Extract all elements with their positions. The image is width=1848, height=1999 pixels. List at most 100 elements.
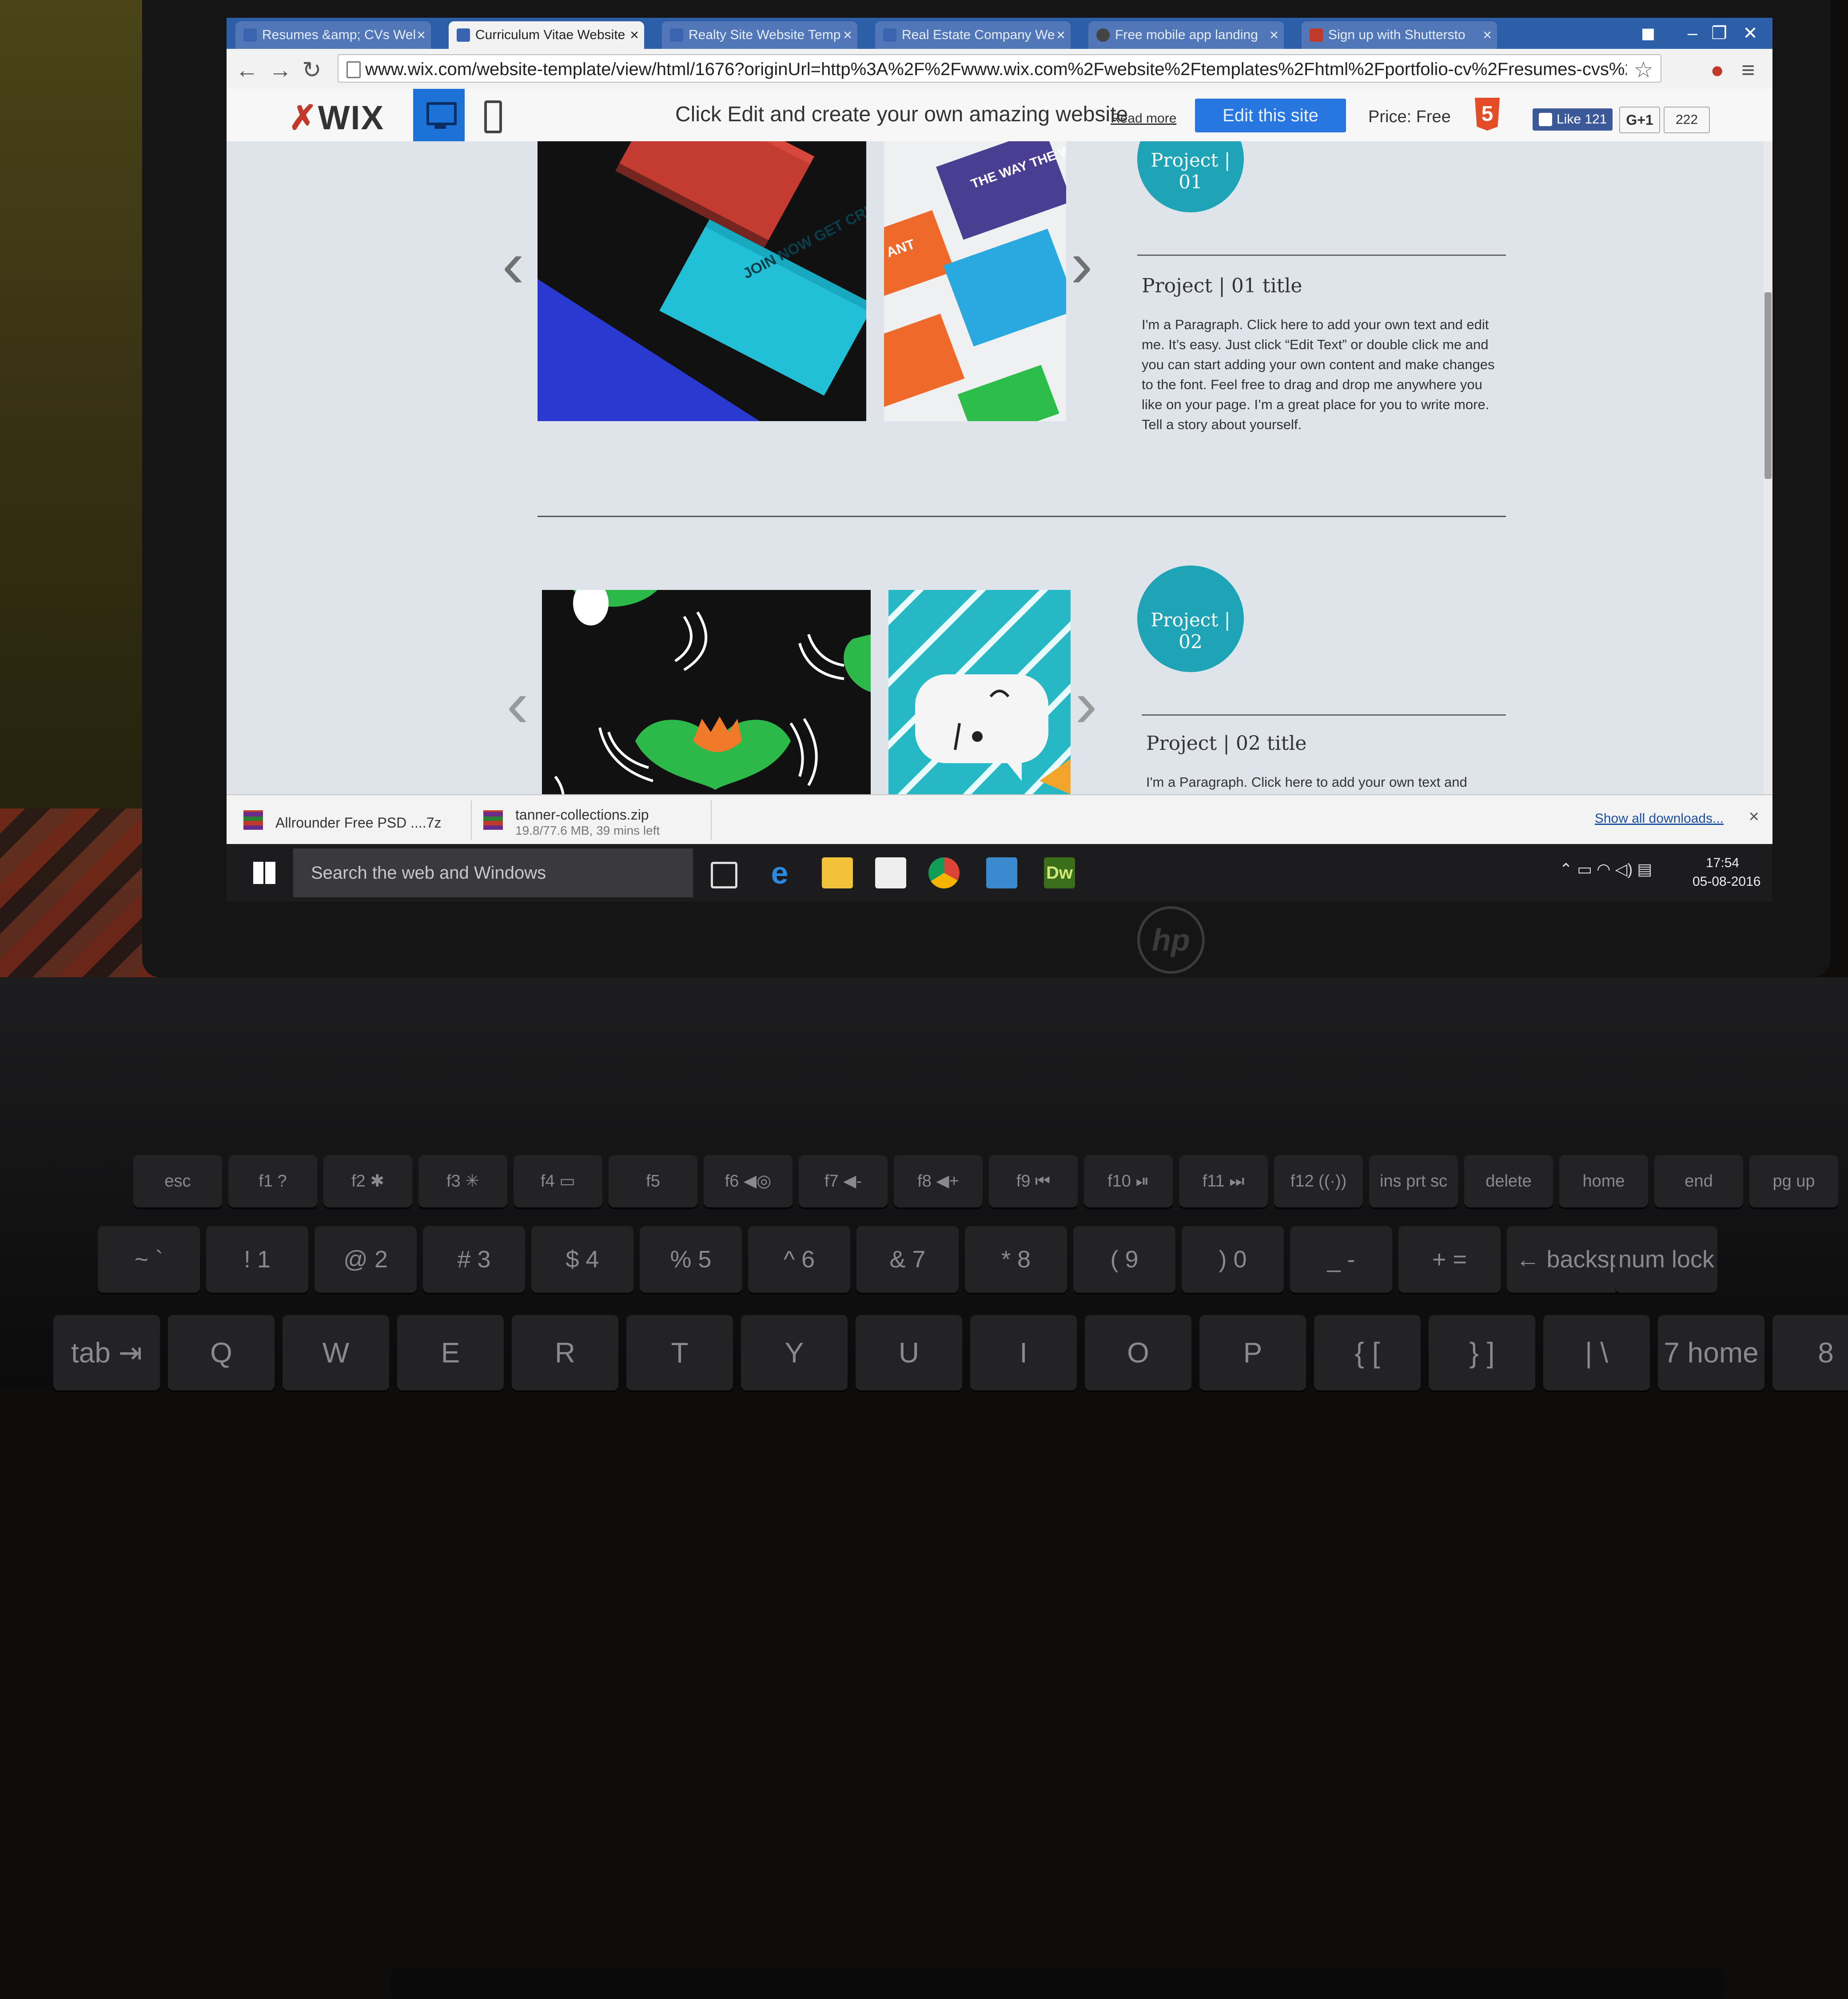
keyboard-key[interactable]: W (283, 1315, 389, 1390)
project-2-image-heart[interactable] (542, 590, 871, 794)
tab-curriculum-vitae[interactable]: Curriculum Vitae Website × (449, 21, 644, 49)
tab-resumes[interactable]: Resumes &amp; CVs Wel × (235, 21, 431, 49)
project-1-paragraph[interactable]: I'm a Paragraph. Click here to add your … (1142, 315, 1506, 434)
file-explorer-icon[interactable] (822, 857, 853, 888)
project-2-image-chat[interactable] (888, 590, 1071, 794)
keyboard-key[interactable]: ^ 6 (748, 1226, 850, 1293)
keyboard-key[interactable]: @ 2 (315, 1226, 417, 1293)
gallery-next-arrow-icon[interactable]: › (1075, 665, 1097, 742)
gallery-prev-arrow-icon[interactable]: ‹ (502, 226, 524, 303)
keyboard-key[interactable]: delete (1464, 1155, 1553, 1207)
keyboard-key[interactable]: E (397, 1315, 504, 1390)
keyboard-key[interactable]: end (1654, 1155, 1743, 1207)
download-item[interactable]: tanner-collections.zip 19.8/77.6 MB, 39 … (475, 800, 712, 840)
tab-real-estate[interactable]: Real Estate Company We × (875, 21, 1071, 49)
windows-start-icon[interactable] (253, 862, 275, 884)
desktop-view-button[interactable] (413, 89, 465, 141)
close-icon[interactable]: × (417, 21, 426, 49)
keyboard-key[interactable]: Y (741, 1315, 848, 1390)
project-1-image-books[interactable]: JOIN NOW GET CRED BE S (538, 141, 866, 421)
clock-date[interactable]: 05-08-2016 (1693, 874, 1760, 889)
keyboard-key[interactable]: f11 ⏭ (1179, 1155, 1268, 1207)
keyboard-key[interactable]: f2 ✱ (323, 1155, 412, 1207)
gallery-prev-arrow-icon[interactable]: ‹ (506, 665, 529, 742)
keyboard-key[interactable]: f12 ((·)) (1274, 1155, 1363, 1207)
keyboard-key[interactable]: f6 ◀◎ (704, 1155, 793, 1207)
project-1-image-cards[interactable]: THE WAY THE WE WAS ME TO BE ANT (884, 141, 1066, 421)
keyboard-key[interactable]: esc (133, 1155, 222, 1207)
keyboard-key[interactable]: | \ (1543, 1315, 1650, 1390)
keyboard-key[interactable]: f4 ▭ (514, 1155, 602, 1207)
keyboard-key[interactable]: pg up (1749, 1155, 1838, 1207)
keyboard-key[interactable]: 7 home (1658, 1315, 1764, 1390)
keyboard-key[interactable]: # 3 (423, 1226, 525, 1293)
keyboard-key[interactable]: f10 ⏯ (1084, 1155, 1173, 1207)
download-item[interactable]: Allrounder Free PSD ....7z (235, 800, 472, 840)
close-icon[interactable]: × (1270, 21, 1278, 49)
keyboard-key[interactable]: % 5 (640, 1226, 742, 1293)
google-plus-button[interactable]: G+1 (1619, 107, 1660, 133)
scrollbar-thumb[interactable] (1764, 292, 1772, 479)
keyboard-key[interactable]: R (512, 1315, 618, 1390)
keyboard-key[interactable]: f1 ? (228, 1155, 317, 1207)
keyboard-key[interactable]: ! 1 (206, 1226, 308, 1293)
keyboard-key[interactable]: & 7 (856, 1226, 959, 1293)
menu-icon[interactable]: ≡ (1741, 57, 1755, 84)
mobile-view-button[interactable] (466, 89, 518, 141)
page-scrollbar[interactable] (1764, 141, 1772, 794)
keyboard-key[interactable]: tab ⇥ (53, 1315, 160, 1390)
facebook-like-button[interactable]: Like 121 (1533, 108, 1613, 131)
keyboard-key[interactable]: { [ (1314, 1315, 1421, 1390)
dreamweaver-icon[interactable]: Dw (1044, 857, 1075, 888)
tab-mobile-app[interactable]: Free mobile app landing × (1088, 21, 1284, 49)
keyboard-key[interactable]: Q (168, 1315, 275, 1390)
keyboard-key[interactable]: $ 4 (531, 1226, 633, 1293)
edge-icon[interactable]: e (764, 857, 795, 888)
url-text[interactable]: www.wix.com/website-template/view/html/1… (365, 60, 1627, 80)
keyboard-key[interactable]: home (1559, 1155, 1648, 1207)
keyboard-key[interactable]: ~ ` (98, 1226, 200, 1293)
keyboard-key[interactable]: ( 9 (1073, 1226, 1175, 1293)
project-2-paragraph[interactable]: I'm a Paragraph. Click here to add your … (1146, 772, 1510, 792)
close-icon[interactable]: × (1056, 21, 1065, 49)
keyboard-key[interactable]: I (970, 1315, 1077, 1390)
user-icon[interactable]: ◼ (1626, 22, 1670, 44)
close-window-button[interactable]: ✕ (1728, 22, 1772, 44)
keyboard-key[interactable]: f3 ✳ (418, 1155, 507, 1207)
extension-icon[interactable]: ● (1710, 57, 1724, 84)
photos-icon[interactable] (986, 857, 1017, 888)
close-icon[interactable]: × (630, 21, 639, 49)
keyboard-key[interactable]: ) 0 (1182, 1226, 1284, 1293)
tab-realty-site[interactable]: Realty Site Website Temp × (662, 21, 857, 49)
close-icon[interactable]: × (1483, 21, 1492, 49)
keyboard-key[interactable]: f7 ◀- (799, 1155, 888, 1207)
keyboard-key[interactable]: _ - (1290, 1226, 1392, 1293)
keyboard-key[interactable]: num lock (1615, 1226, 1717, 1293)
back-icon[interactable]: ← (235, 57, 259, 84)
keyboard-key[interactable]: 8 (1772, 1315, 1848, 1390)
keyboard-key[interactable]: f5 (609, 1155, 697, 1207)
url-field[interactable]: www.wix.com/website-template/view/html/1… (338, 54, 1661, 83)
reload-icon[interactable]: ↻ (302, 57, 322, 84)
bookmark-star-icon[interactable]: ☆ (1633, 57, 1653, 83)
close-icon[interactable]: × (1749, 807, 1759, 827)
store-icon[interactable] (875, 857, 906, 888)
keyboard-key[interactable]: } ] (1429, 1315, 1535, 1390)
taskbar-search[interactable]: Search the web and Windows (293, 848, 693, 897)
task-view-icon[interactable] (711, 862, 737, 888)
gallery-next-arrow-icon[interactable]: › (1071, 226, 1093, 303)
edit-this-site-button[interactable]: Edit this site (1195, 99, 1346, 132)
keyboard-key[interactable]: O (1085, 1315, 1191, 1390)
keyboard-key[interactable]: f8 ◀+ (894, 1155, 983, 1207)
chrome-icon[interactable] (928, 857, 960, 888)
tab-shutterstock[interactable]: Sign up with Shuttersto × (1302, 21, 1497, 49)
keyboard-key[interactable]: * 8 (965, 1226, 1067, 1293)
close-icon[interactable]: × (843, 21, 852, 49)
keyboard-key[interactable]: f9 ⏮ (989, 1155, 1078, 1207)
keyboard-key[interactable]: T (626, 1315, 733, 1390)
keyboard-key[interactable]: + = (1398, 1226, 1501, 1293)
keyboard-key[interactable]: U (856, 1315, 962, 1390)
read-more-link[interactable]: Read more (1111, 111, 1176, 126)
show-all-downloads-link[interactable]: Show all downloads... (1595, 811, 1724, 826)
keyboard-key[interactable]: P (1199, 1315, 1306, 1390)
